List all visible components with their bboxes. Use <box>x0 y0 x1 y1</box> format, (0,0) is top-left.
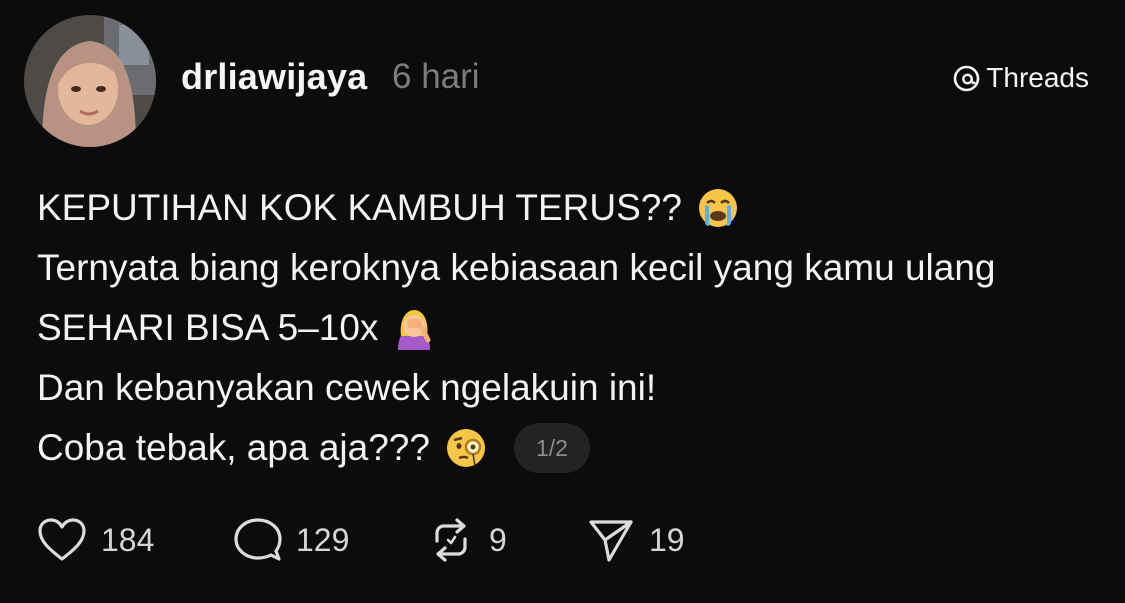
reply-button[interactable]: 129 <box>234 516 427 564</box>
post-line-2: Ternyata biang keroknya kebiasaan kecil … <box>37 238 1107 298</box>
post-line-text: KEPUTIHAN KOK KAMBUH TERUS?? <box>37 187 682 228</box>
repost-count: 9 <box>489 521 507 558</box>
send-icon <box>587 517 635 563</box>
reply-count: 129 <box>296 521 350 558</box>
post-line-text: Dan kebanyakan cewek ngelakuin ini! <box>37 367 657 408</box>
post-body: KEPUTIHAN KOK KAMBUH TERUS?? Ternyata bi… <box>37 178 1107 478</box>
brand-label: Threads <box>986 62 1089 93</box>
post-line-text: Coba tebak, apa aja??? <box>37 427 430 468</box>
repost-icon <box>427 517 475 563</box>
post-timestamp: 6 hari <box>392 57 480 96</box>
share-button[interactable]: 19 <box>587 516 685 564</box>
monocle-face-icon <box>444 426 488 470</box>
share-count: 19 <box>649 521 685 558</box>
post-line-3: SEHARI BISA 5–10x <box>37 298 1107 358</box>
like-button[interactable]: 184 <box>37 516 234 564</box>
repost-button[interactable]: 9 <box>427 516 587 564</box>
avatar[interactable] <box>24 15 156 147</box>
threads-logo-icon <box>953 65 980 92</box>
crying-face-icon <box>696 186 740 230</box>
like-count: 184 <box>101 521 155 558</box>
comment-icon <box>234 517 282 563</box>
post-line-text: Ternyata biang keroknya kebiasaan kecil … <box>37 247 996 288</box>
page-indicator[interactable]: 1/2 <box>513 423 590 473</box>
face-palm-icon <box>392 306 436 350</box>
heart-icon <box>37 517 87 563</box>
post-line-text: SEHARI BISA 5–10x <box>37 307 379 348</box>
post-line-5: Coba tebak, apa aja??? 1/2 <box>37 418 1107 478</box>
threads-brand[interactable]: Threads <box>953 62 1089 94</box>
post-line-4: Dan kebanyakan cewek ngelakuin ini! <box>37 358 1107 418</box>
post-line-1: KEPUTIHAN KOK KAMBUH TERUS?? <box>37 178 1107 238</box>
username[interactable]: drliawijaya <box>181 56 367 98</box>
action-bar: 184 129 9 19 <box>37 516 685 564</box>
